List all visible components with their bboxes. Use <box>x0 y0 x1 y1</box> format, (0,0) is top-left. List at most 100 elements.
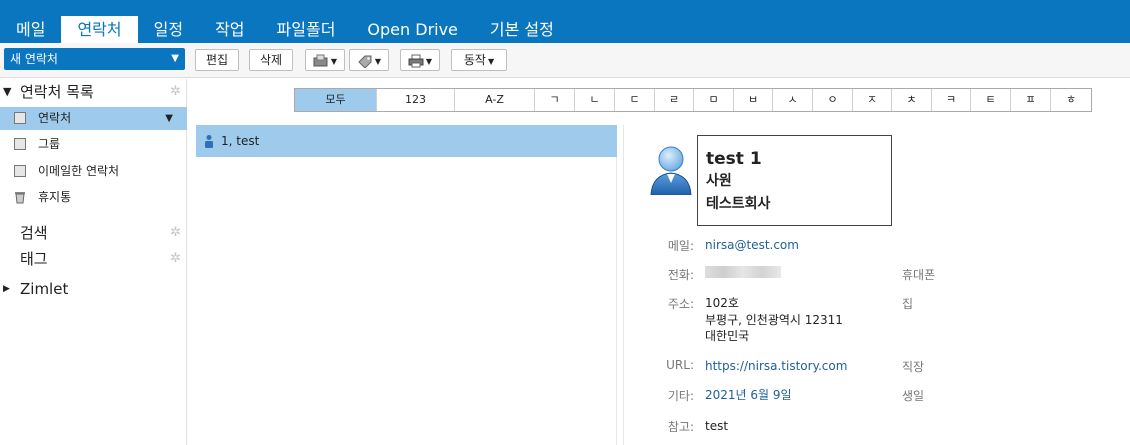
filter-123[interactable]: 123 <box>377 89 455 111</box>
contact-detail: test 1 사원 테스트회사 메일: nirsa@test.com 전화: 휴… <box>623 125 1130 445</box>
field-label: 주소: <box>667 297 694 311</box>
sidebar-item-label: 그룹 <box>38 137 61 151</box>
sidebar-item-emailed-contacts[interactable]: 이메일한 연락처 <box>0 160 187 183</box>
zimlet-header[interactable]: ▶ Zimlet <box>0 276 187 302</box>
gear-icon[interactable]: ✲ <box>170 220 181 246</box>
filter-chieut[interactable]: ㅊ <box>892 89 932 111</box>
filter-siot[interactable]: ㅅ <box>773 89 813 111</box>
sidebar-item-contacts[interactable]: 연락처 ▼ <box>0 107 187 130</box>
tab-tasks[interactable]: 작업 <box>199 16 260 43</box>
field-label: 기타: <box>667 389 694 403</box>
chevron-down-icon: ▼ <box>425 57 433 66</box>
address-line: 부평구, 인천광역시 12311 <box>705 313 843 327</box>
tags-header[interactable]: 태그 ✲ <box>0 246 187 272</box>
contact-name: test 1 <box>706 149 762 169</box>
contact-list: 1, test <box>196 125 617 445</box>
address-type: 집 <box>902 297 914 311</box>
filter-pieup[interactable]: ㅍ <box>1011 89 1051 111</box>
chevron-down-icon: ▼ <box>374 57 382 66</box>
field-label: 참고: <box>667 420 694 434</box>
collapse-triangle-icon[interactable]: ▼ <box>3 79 11 105</box>
filter-ieung[interactable]: ㅇ <box>813 89 853 111</box>
contact-icon <box>205 135 213 148</box>
phone-value-redacted <box>705 266 781 282</box>
field-label: URL: <box>666 358 694 372</box>
actions-label: 동작 <box>463 53 486 67</box>
group-icon <box>14 138 26 150</box>
chevron-down-icon[interactable]: ▼ <box>171 48 179 70</box>
toolbar: 새 연락처 ▼ 편집 삭제 ▼ ▼ ▼ 동작 ▼ <box>0 43 1130 78</box>
expand-triangle-icon[interactable]: ▶ <box>3 276 10 302</box>
filter-tieut[interactable]: ㅌ <box>971 89 1011 111</box>
address-line: 대한민국 <box>705 329 750 343</box>
tag-icon <box>358 55 372 68</box>
emailed-contacts-icon <box>14 165 26 177</box>
chevron-down-icon: ▼ <box>487 57 495 66</box>
phone-type: 휴대폰 <box>902 268 936 282</box>
filter-rieul[interactable]: ㄹ <box>655 89 694 111</box>
list-item[interactable]: 1, test <box>196 125 617 157</box>
contact-company: 테스트회사 <box>706 196 771 212</box>
tags-header-label: 태그 <box>20 250 48 268</box>
filter-hieut[interactable]: ㅎ <box>1051 89 1091 111</box>
trash-icon <box>15 192 25 204</box>
address-book-icon <box>14 112 26 124</box>
filter-digeut[interactable]: ㄷ <box>615 89 655 111</box>
top-nav-bar: 메일 연락처 일정 작업 파일폴더 Open Drive 기본 설정 <box>0 0 1130 43</box>
birthday-link[interactable]: 2021년 6월 9일 <box>705 387 792 403</box>
field-label: 메일: <box>667 239 694 253</box>
filter-all[interactable]: 모두 <box>295 89 377 111</box>
sidebar-item-label: 연락처 <box>38 111 72 125</box>
search-header-label: 검색 <box>20 224 48 242</box>
alphabet-filter: 모두 123 A-Z ㄱ ㄴ ㄷ ㄹ ㅁ ㅂ ㅅ ㅇ ㅈ ㅊ ㅋ ㅌ ㅍ ㅎ <box>294 88 1092 112</box>
sidebar: ▼ 연락처 목록 ✲ 연락처 ▼ 그룹 이메일한 연락처 휴지통 검색 ✲ 태그… <box>0 79 187 445</box>
move-button[interactable]: ▼ <box>305 49 345 71</box>
actions-button[interactable]: 동작 ▼ <box>451 49 507 71</box>
tab-preferences[interactable]: 기본 설정 <box>474 16 570 43</box>
sidebar-item-label: 이메일한 연락처 <box>38 164 120 178</box>
contacts-list-header[interactable]: ▼ 연락처 목록 ✲ <box>0 79 187 105</box>
printer-icon <box>408 54 424 67</box>
email-link[interactable]: nirsa@test.com <box>705 237 799 253</box>
other-type: 생일 <box>902 389 925 403</box>
url-type: 직장 <box>902 360 925 374</box>
tab-mail[interactable]: 메일 <box>0 16 61 43</box>
tab-open-drive[interactable]: Open Drive <box>351 16 473 43</box>
note-value: test <box>705 419 729 433</box>
filter-bieup[interactable]: ㅂ <box>734 89 773 111</box>
filter-nieun[interactable]: ㄴ <box>575 89 615 111</box>
sidebar-item-groups[interactable]: 그룹 <box>0 133 187 156</box>
delete-button[interactable]: 삭제 <box>249 49 293 71</box>
zimlet-header-label: Zimlet <box>20 280 69 298</box>
address-line: 102호 <box>705 296 739 310</box>
edit-button[interactable]: 편집 <box>195 49 239 71</box>
filter-kieuk[interactable]: ㅋ <box>932 89 971 111</box>
filter-jieut[interactable]: ㅈ <box>853 89 892 111</box>
tab-calendar[interactable]: 일정 <box>138 16 199 43</box>
app-tabs: 메일 연락처 일정 작업 파일폴더 Open Drive 기본 설정 <box>0 16 570 43</box>
gear-icon[interactable]: ✲ <box>170 246 181 272</box>
sidebar-item-label: 휴지통 <box>38 190 72 204</box>
filter-a-z[interactable]: A-Z <box>455 89 535 111</box>
gear-icon[interactable]: ✲ <box>170 79 181 105</box>
sidebar-item-trash[interactable]: 휴지통 <box>0 186 187 209</box>
tag-button[interactable]: ▼ <box>349 49 389 71</box>
new-contact-label: 새 연락처 <box>10 52 58 66</box>
chevron-down-icon[interactable]: ▼ <box>165 107 173 130</box>
field-label: 전화: <box>667 268 694 282</box>
blurred-phone <box>705 266 781 278</box>
contact-card: test 1 사원 테스트회사 <box>697 135 892 226</box>
tab-briefcase[interactable]: 파일폴더 <box>261 16 352 43</box>
filter-mieum[interactable]: ㅁ <box>694 89 734 111</box>
list-item-label: 1, test <box>221 134 260 148</box>
url-link[interactable]: https://nirsa.tistory.com <box>705 358 847 374</box>
print-button[interactable]: ▼ <box>400 49 440 71</box>
chevron-down-icon: ▼ <box>330 57 338 66</box>
filter-giyeok[interactable]: ㄱ <box>535 89 575 111</box>
person-avatar-icon <box>650 146 692 195</box>
search-header[interactable]: 검색 ✲ <box>0 220 187 246</box>
new-contact-button[interactable]: 새 연락처 ▼ <box>4 48 185 70</box>
contact-job-title: 사원 <box>706 173 732 189</box>
folder-move-icon <box>313 54 328 66</box>
tab-contacts[interactable]: 연락처 <box>61 16 138 43</box>
